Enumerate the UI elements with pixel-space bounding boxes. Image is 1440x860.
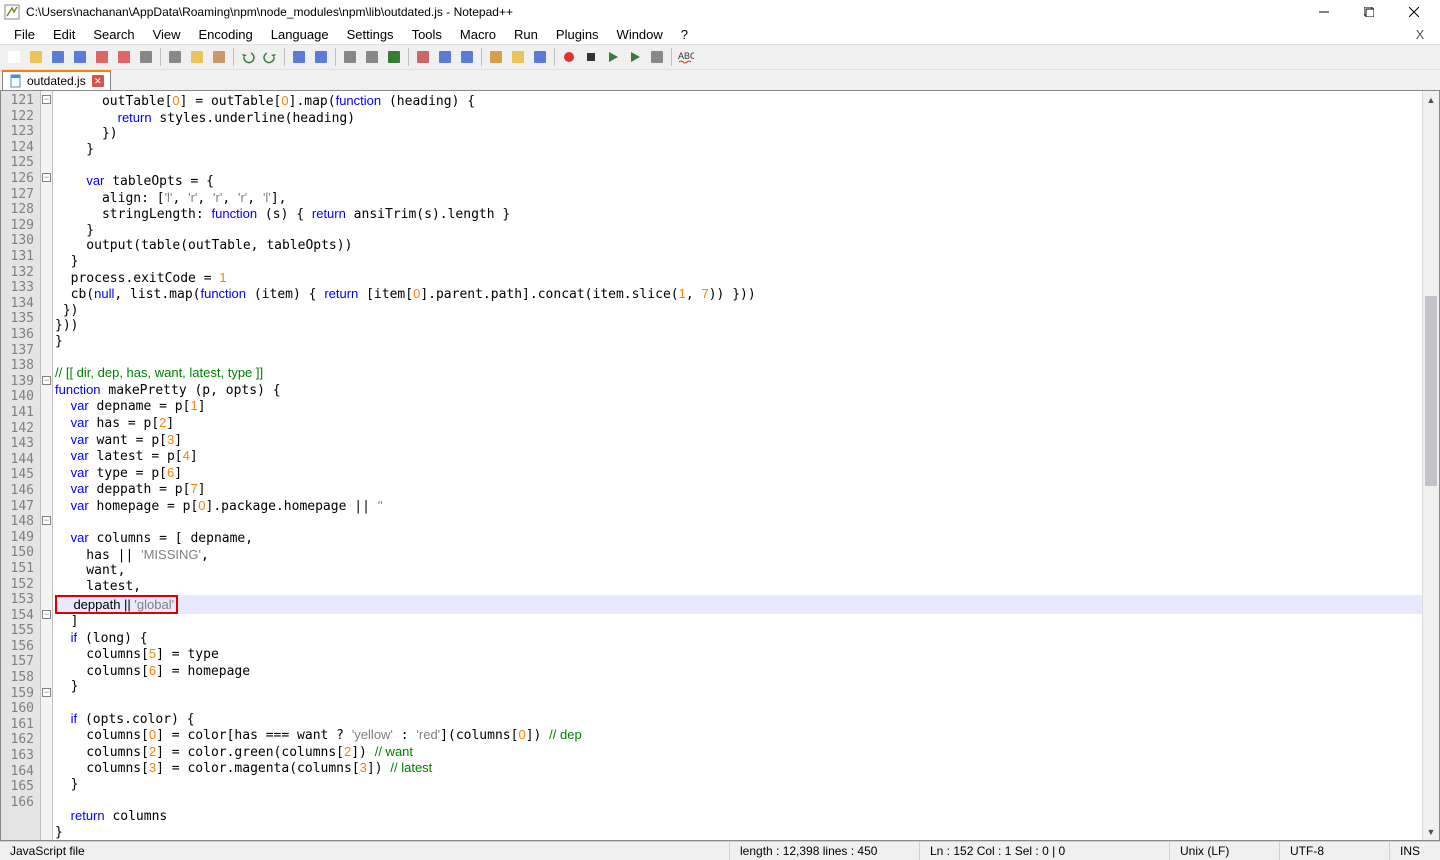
monitor-button[interactable] xyxy=(530,47,550,67)
close-button[interactable] xyxy=(92,47,112,67)
menu-settings[interactable]: Settings xyxy=(339,25,402,44)
svg-text:ABC: ABC xyxy=(678,51,694,61)
code-area[interactable]: outTable[0] = outTable[0].map(function (… xyxy=(53,91,1422,840)
menu-language[interactable]: Language xyxy=(263,25,337,44)
zoom-in-button[interactable] xyxy=(340,47,360,67)
status-position: Ln : 152 Col : 1 Sel : 0 | 0 xyxy=(920,842,1170,860)
redo-button[interactable] xyxy=(260,47,280,67)
print-button[interactable] xyxy=(136,47,156,67)
tab-outdated-js[interactable]: outdated.js ✕ xyxy=(2,70,111,90)
menu-bar: File Edit Search View Encoding Language … xyxy=(0,24,1440,44)
menu-view[interactable]: View xyxy=(145,25,189,44)
menu-plugins[interactable]: Plugins xyxy=(548,25,607,44)
tab-bar: outdated.js ✕ xyxy=(0,70,1440,91)
status-filetype: JavaScript file xyxy=(0,842,730,860)
show-all-button[interactable] xyxy=(435,47,455,67)
window-title: C:\Users\nachanan\AppData\Roaming\npm\no… xyxy=(26,5,1301,19)
maximize-button[interactable] xyxy=(1346,0,1391,24)
status-bar: JavaScript file length : 12,398 lines : … xyxy=(0,841,1440,860)
tab-label: outdated.js xyxy=(27,74,86,88)
menu-tools[interactable]: Tools xyxy=(404,25,450,44)
title-bar: C:\Users\nachanan\AppData\Roaming\npm\no… xyxy=(0,0,1440,24)
file-icon xyxy=(9,74,23,88)
zoom-out-button[interactable] xyxy=(362,47,382,67)
app-icon xyxy=(4,4,20,20)
undo-button[interactable] xyxy=(238,47,258,67)
menu-search[interactable]: Search xyxy=(85,25,142,44)
toolbar: ABC xyxy=(0,44,1440,70)
fold-gutter[interactable]: − − − − − − xyxy=(41,91,53,840)
status-length: length : 12,398 lines : 450 xyxy=(730,842,920,860)
spellcheck-button[interactable]: ABC xyxy=(676,47,696,67)
menu-close-x[interactable]: X xyxy=(1406,27,1434,42)
status-ins: INS xyxy=(1390,842,1440,860)
open-file-button[interactable] xyxy=(26,47,46,67)
folder-doc-button[interactable] xyxy=(508,47,528,67)
sync-button[interactable] xyxy=(384,47,404,67)
menu-macro[interactable]: Macro xyxy=(452,25,504,44)
menu-run[interactable]: Run xyxy=(506,25,546,44)
lang-udl-button[interactable] xyxy=(486,47,506,67)
editor: 121 122 123 124 125 126 127 128 129 130 … xyxy=(0,91,1440,841)
menu-edit[interactable]: Edit xyxy=(45,25,83,44)
window-controls xyxy=(1301,0,1436,24)
stop-button[interactable] xyxy=(581,47,601,67)
word-wrap-button[interactable] xyxy=(413,47,433,67)
close-button[interactable] xyxy=(1391,0,1436,24)
menu-help[interactable]: ? xyxy=(673,25,696,44)
find-button[interactable] xyxy=(289,47,309,67)
cut-button[interactable] xyxy=(165,47,185,67)
close-all-button[interactable] xyxy=(114,47,134,67)
play-button[interactable] xyxy=(603,47,623,67)
record-button[interactable] xyxy=(559,47,579,67)
minimize-button[interactable] xyxy=(1301,0,1346,24)
line-number-gutter: 121 122 123 124 125 126 127 128 129 130 … xyxy=(1,91,41,840)
menu-file[interactable]: File xyxy=(6,25,43,44)
save-all-button[interactable] xyxy=(70,47,90,67)
vertical-scrollbar[interactable]: ▲ ▼ xyxy=(1422,91,1439,840)
menu-encoding[interactable]: Encoding xyxy=(191,25,261,44)
menu-window[interactable]: Window xyxy=(609,25,671,44)
scrollbar-thumb[interactable] xyxy=(1425,296,1437,486)
scroll-up-icon[interactable]: ▲ xyxy=(1423,91,1439,108)
status-encoding: UTF-8 xyxy=(1280,842,1390,860)
replace-button[interactable] xyxy=(311,47,331,67)
play-multi-button[interactable] xyxy=(625,47,645,67)
save-macro-button[interactable] xyxy=(647,47,667,67)
indent-guide-button[interactable] xyxy=(457,47,477,67)
status-eol: Unix (LF) xyxy=(1170,842,1280,860)
tab-close-icon[interactable]: ✕ xyxy=(92,75,104,87)
paste-button[interactable] xyxy=(209,47,229,67)
save-button[interactable] xyxy=(48,47,68,67)
new-file-button[interactable] xyxy=(4,47,24,67)
copy-button[interactable] xyxy=(187,47,207,67)
scroll-down-icon[interactable]: ▼ xyxy=(1423,823,1439,840)
